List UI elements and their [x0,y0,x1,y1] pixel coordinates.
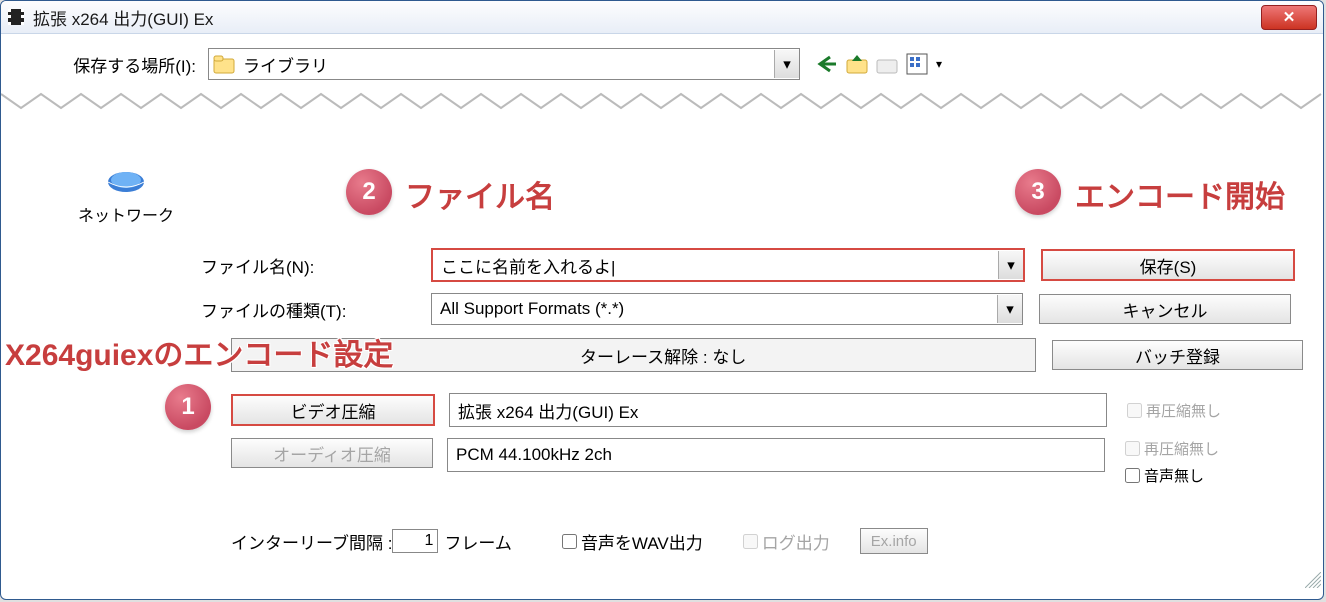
audio-compression-button: オーディオ圧縮 [231,438,433,468]
interleave-label: インターリーブ間隔 : [231,529,392,554]
exinfo-button: Ex.info [860,528,928,554]
filename-row: ファイル名(N): ここに名前を入れるよ| ▾ 保存(S) [201,248,1303,282]
omitted-content-zigzag [1,90,1324,112]
filetype-label: ファイルの種類(T): [201,297,431,322]
dialog-body: 保存する場所(I): ライブラリ ▾ ▾ [1,34,1323,594]
window-title: 拡張 x264 出力(GUI) Ex [33,5,1261,30]
view-menu-icon[interactable] [906,53,928,75]
chevron-down-icon[interactable]: ▾ [997,295,1022,323]
video-comp-row: ビデオ圧縮 拡張 x264 出力(GUI) Ex 再圧縮無し [231,393,1303,427]
save-location-row: 保存する場所(I): ライブラリ ▾ ▾ [21,48,1303,80]
save-location-combo[interactable]: ライブラリ ▾ [208,48,800,80]
audio-wav-checkbox[interactable]: 音声をWAV出力 [562,529,703,554]
close-icon: ✕ [1283,8,1296,26]
log-output-label: ログ出力 [762,529,830,554]
interleave-unit: フレーム [444,529,512,554]
network-label: ネットワーク [78,202,174,226]
back-icon[interactable] [816,53,838,75]
checkbox-icon [1127,403,1142,418]
filename-label: ファイル名(N): [201,253,431,278]
chevron-down-icon[interactable]: ▾ [998,251,1023,279]
audio-none-label: 音声無し [1144,465,1204,486]
folder-library-icon [213,53,235,75]
chevron-down-icon[interactable]: ▾ [936,57,942,71]
interleave-row: インターリーブ間隔 : フレーム 音声をWAV出力 ログ出力 Ex.info [231,528,1303,554]
audio-comp-row: オーディオ圧縮 PCM 44.100kHz 2ch 再圧縮無し 音声無し [231,438,1303,486]
interlace-text: ターレース解除 : なし [580,343,746,368]
callout-text-1: X264guiexのエンコード設定 [5,330,393,374]
interleave-value-input[interactable] [392,529,438,553]
film-icon [7,8,25,26]
save-location-value: ライブラリ [235,52,774,77]
network-globe-icon [105,164,147,200]
save-location-label: 保存する場所(I): [21,52,208,77]
audio-wav-label: 音声をWAV出力 [581,529,703,554]
resize-grip-icon[interactable] [1305,572,1321,592]
audio-codec-field: PCM 44.100kHz 2ch [447,438,1105,472]
video-compression-button[interactable]: ビデオ圧縮 [231,394,435,426]
log-output-checkbox: ログ出力 [743,529,830,554]
audio-codec-value: PCM 44.100kHz 2ch [456,445,612,465]
save-button[interactable]: 保存(S) [1041,249,1295,281]
up-folder-icon[interactable] [846,53,868,75]
audio-recompress-none-checkbox: 再圧縮無し [1125,438,1219,459]
batch-button[interactable]: バッチ登録 [1052,340,1303,370]
callout-text-3: エンコード開始 [1075,172,1285,216]
chevron-down-icon[interactable]: ▾ [774,50,799,78]
callout-text-2: ファイル名 [405,172,555,216]
checkbox-icon [1125,441,1140,456]
filetype-row: ファイルの種類(T): All Support Formats (*.*) ▾ … [201,293,1303,325]
callout-badge-2: 2 [346,169,392,215]
filename-value: ここに名前を入れるよ| [433,253,998,278]
cancel-button[interactable]: キャンセル [1039,294,1291,324]
video-codec-field: 拡張 x264 出力(GUI) Ex [449,393,1107,427]
filename-combo[interactable]: ここに名前を入れるよ| ▾ [431,248,1025,282]
callout-badge-1: 1 [165,384,211,430]
video-recompress-none-label: 再圧縮無し [1146,400,1221,421]
audio-recompress-none-label: 再圧縮無し [1144,438,1219,459]
window: 拡張 x264 出力(GUI) Ex ✕ 保存する場所(I): ライブラリ ▾ … [0,0,1324,600]
titlebar: 拡張 x264 出力(GUI) Ex ✕ [1,1,1323,34]
callout-badge-3: 3 [1015,169,1061,215]
sidebar-network[interactable]: ネットワーク [41,164,211,226]
checkbox-icon[interactable] [562,534,577,549]
nav-toolbar: ▾ [816,53,942,75]
audio-none-checkbox[interactable]: 音声無し [1125,465,1219,486]
new-folder-icon [876,53,898,75]
video-recompress-none-checkbox: 再圧縮無し [1127,400,1221,421]
filetype-combo[interactable]: All Support Formats (*.*) ▾ [431,293,1023,325]
close-button[interactable]: ✕ [1261,5,1317,30]
checkbox-icon [743,534,758,549]
video-codec-value: 拡張 x264 出力(GUI) Ex [458,398,638,423]
filetype-value: All Support Formats (*.*) [432,299,997,319]
checkbox-icon[interactable] [1125,468,1140,483]
